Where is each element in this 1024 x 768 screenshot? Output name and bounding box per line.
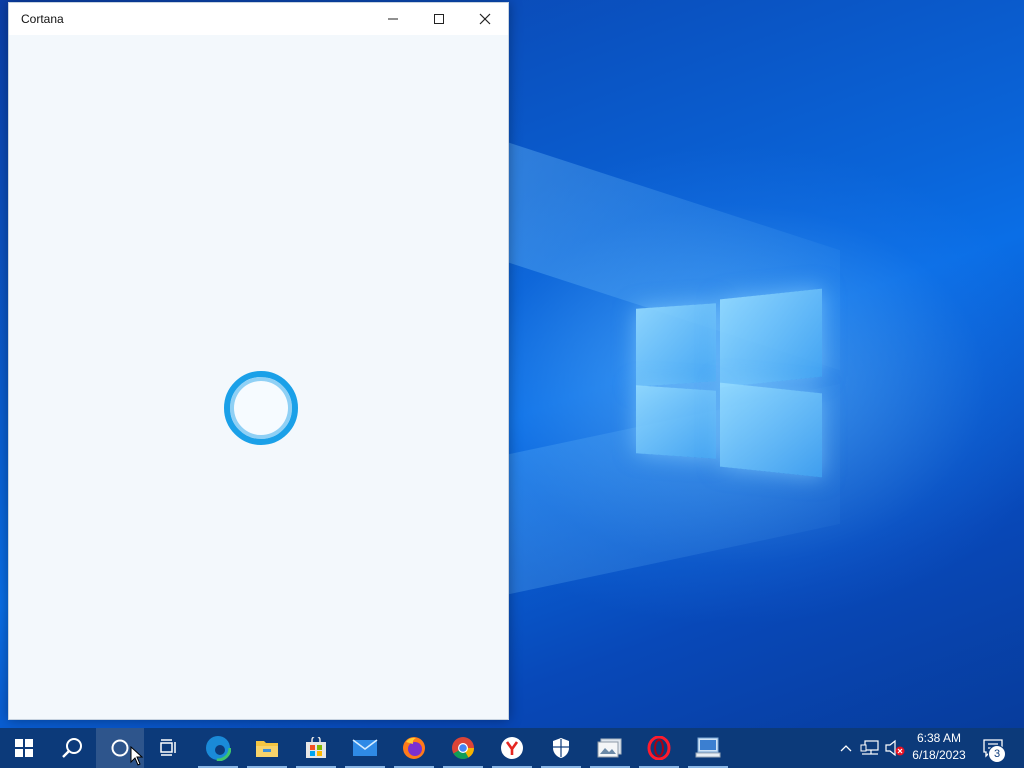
remote-desktop-icon <box>695 737 721 758</box>
taskbar-app-remote-desktop[interactable] <box>684 728 732 768</box>
mouse-cursor-icon <box>130 746 144 766</box>
taskbar-app-firefox[interactable] <box>390 728 438 768</box>
taskbar-app-mail[interactable] <box>341 728 389 768</box>
cortana-icon <box>111 739 129 757</box>
photos-icon <box>597 738 622 758</box>
minimize-button[interactable] <box>370 3 416 35</box>
shield-icon <box>553 738 569 758</box>
window-controls <box>370 3 508 35</box>
notification-count: 3 <box>993 748 1001 760</box>
taskbar-app-file-explorer[interactable] <box>243 728 291 768</box>
yandex-icon <box>501 737 523 759</box>
taskbar-app-yandex[interactable] <box>488 728 536 768</box>
clock-date: 6/18/2023 <box>912 748 966 762</box>
firefox-icon <box>403 737 425 759</box>
chevron-up-icon <box>840 745 852 752</box>
taskbar-app-opera[interactable] <box>635 728 683 768</box>
windows-logo-icon <box>15 739 33 757</box>
chrome-icon <box>452 737 474 759</box>
show-hidden-icons-button[interactable] <box>838 740 854 756</box>
window-title: Cortana <box>21 12 64 26</box>
cortana-window: Cortana <box>8 2 509 720</box>
search-icon <box>62 738 82 758</box>
store-icon <box>306 737 326 758</box>
action-center-button[interactable]: 3 <box>978 728 1018 768</box>
task-view-icon <box>160 739 176 756</box>
windows-wallpaper-logo <box>636 288 824 480</box>
start-button[interactable] <box>0 728 48 768</box>
cortana-content <box>9 35 508 719</box>
title-bar[interactable]: Cortana <box>9 3 508 35</box>
folder-icon <box>256 741 278 757</box>
taskbar-app-photos[interactable] <box>586 728 634 768</box>
taskbar-app-chrome[interactable] <box>439 728 487 768</box>
taskbar: 6:38 AM 6/18/2023 3 <box>0 728 1024 768</box>
close-button[interactable] <box>462 3 508 35</box>
clock-time: 6:38 AM <box>916 731 962 745</box>
network-icon <box>860 740 879 755</box>
opera-icon <box>647 736 671 760</box>
maximize-icon <box>434 14 444 24</box>
maximize-button[interactable] <box>416 3 462 35</box>
minimize-icon <box>388 18 398 20</box>
task-view-button[interactable] <box>144 728 192 768</box>
volume-muted-icon <box>885 739 905 757</box>
taskbar-app-microsoft-store[interactable] <box>292 728 340 768</box>
cortana-ring-icon <box>224 371 298 445</box>
mail-icon <box>352 739 378 756</box>
search-button[interactable] <box>48 728 96 768</box>
close-icon <box>479 13 491 25</box>
taskbar-app-windows-security[interactable] <box>537 728 585 768</box>
network-button[interactable] <box>860 739 880 757</box>
volume-button[interactable] <box>884 739 906 757</box>
clock-button[interactable]: 6:38 AM 6/18/2023 <box>906 730 972 766</box>
edge-icon <box>205 735 231 761</box>
taskbar-app-edge[interactable] <box>194 728 242 768</box>
notification-count-badge: 3 <box>988 745 1006 763</box>
